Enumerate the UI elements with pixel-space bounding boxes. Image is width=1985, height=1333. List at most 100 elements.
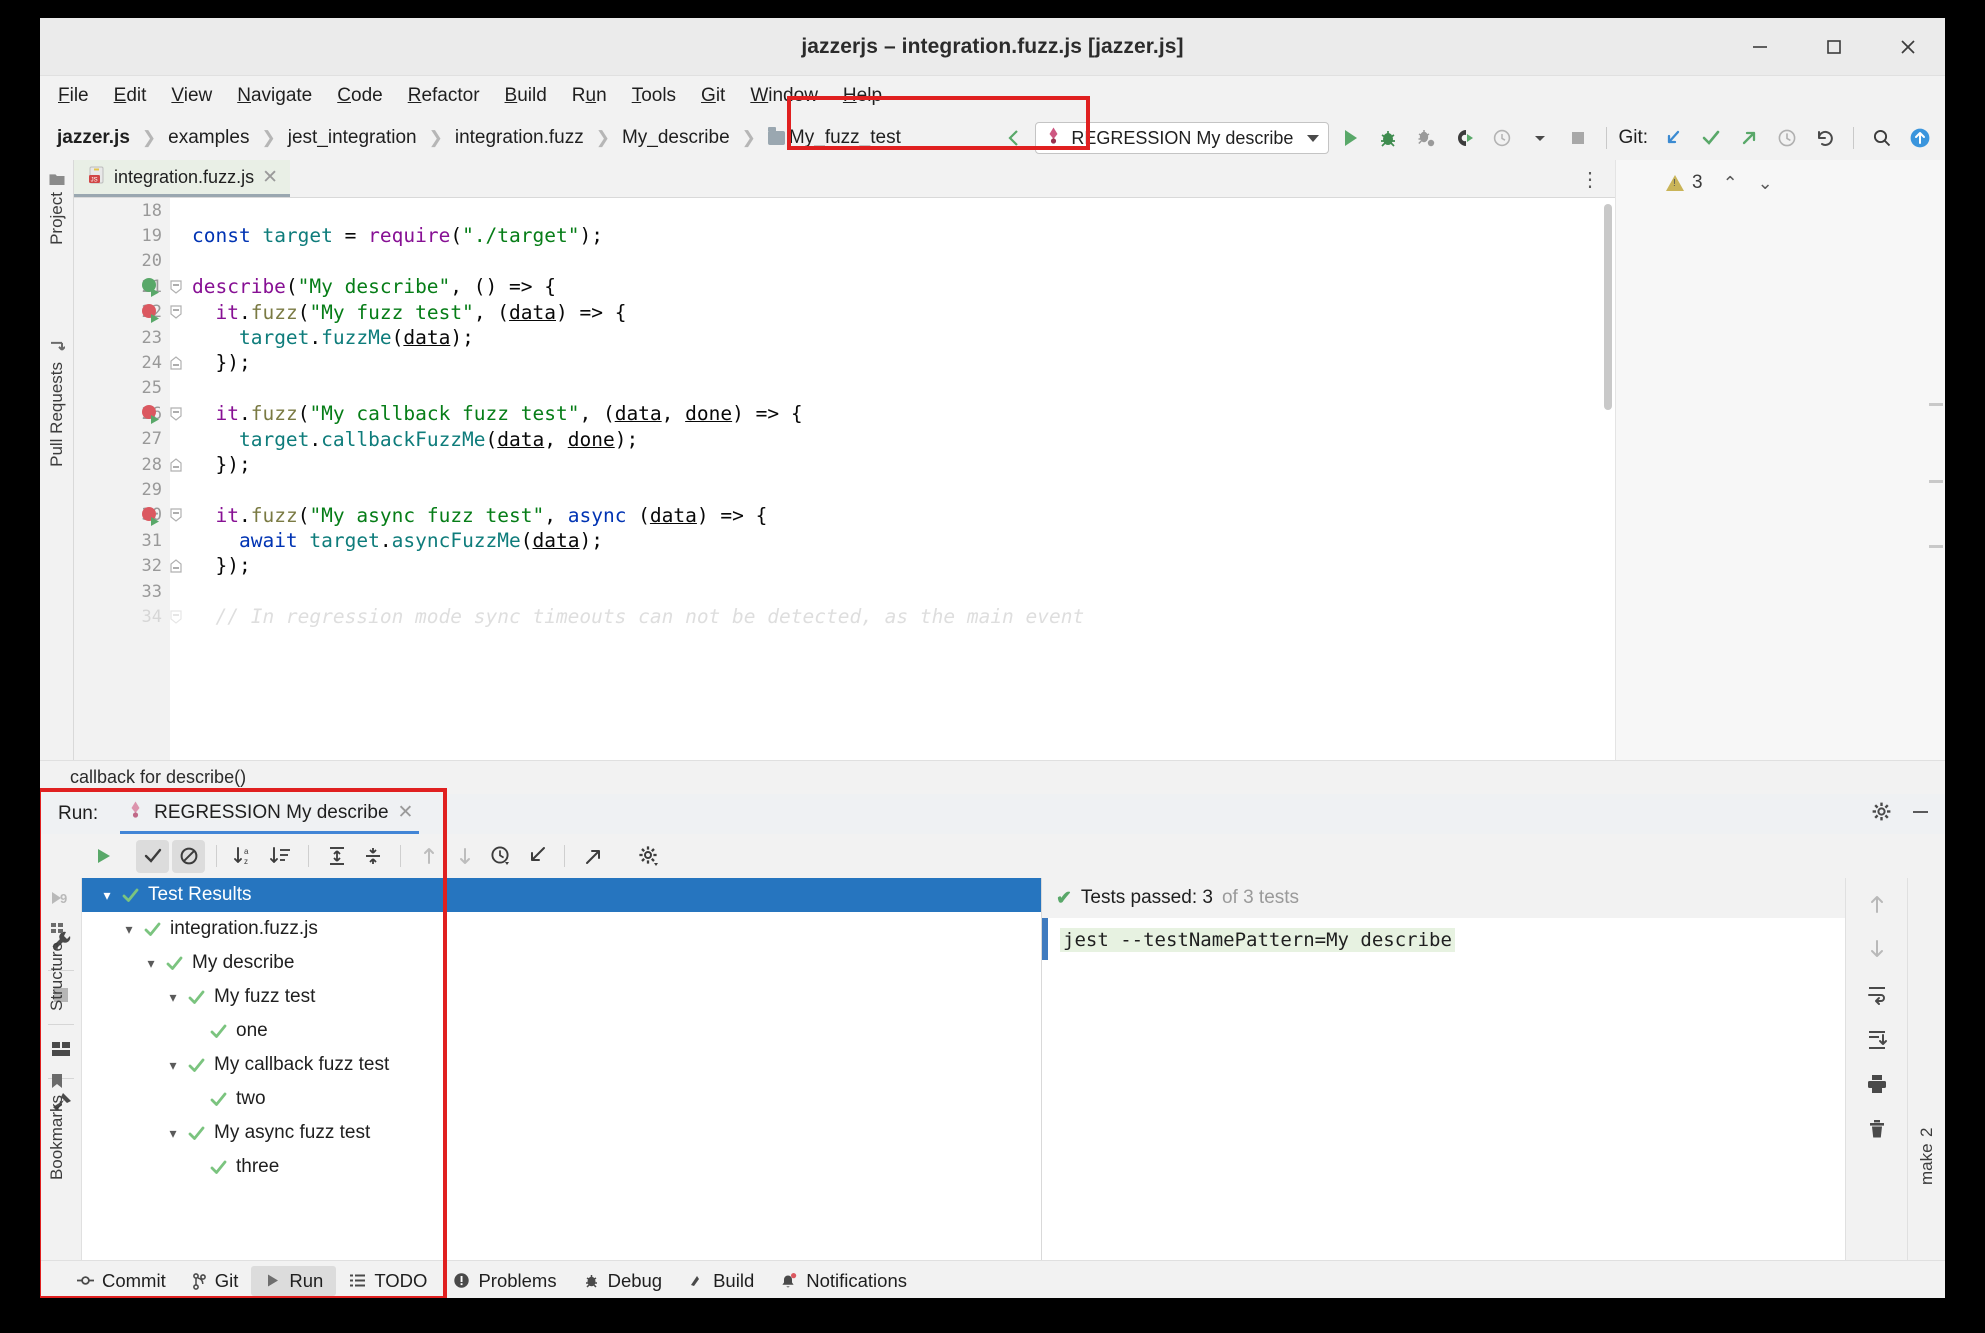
tool-tab-debug[interactable]: Debug (570, 1266, 676, 1296)
gear-icon[interactable] (1871, 801, 1892, 827)
test-tree-node[interactable]: three (82, 1150, 1041, 1184)
menu-item-edit[interactable]: Edit (113, 83, 148, 109)
inspection-widget[interactable]: 3 ⌃ ⌄ (1666, 172, 1773, 194)
sidebar-item-pull-requests[interactable]: Pull Requests (47, 340, 67, 467)
breadcrumb-item-my-fuzz-test[interactable]: My_fuzz_test (767, 127, 901, 149)
breadcrumb-item-my-describe[interactable]: My_describe (622, 127, 730, 149)
test-tree-node[interactable]: ▾ integration.fuzz.js (82, 912, 1041, 946)
menu-item-run[interactable]: Run (571, 83, 608, 109)
menu-item-help[interactable]: Help (842, 83, 883, 109)
tool-tab-notifications[interactable]: Notifications (767, 1266, 920, 1296)
close-icon[interactable]: ✕ (398, 801, 414, 824)
history-icon[interactable] (1770, 121, 1804, 155)
push-icon[interactable] (1732, 121, 1766, 155)
show-ignored-toggle[interactable] (172, 839, 205, 873)
menu-item-git[interactable]: Git (700, 83, 726, 109)
editor-options-icon[interactable]: ⋮ (1580, 160, 1601, 198)
trash-icon[interactable] (1865, 1117, 1889, 1146)
chevron-down-icon[interactable]: ▾ (162, 1125, 184, 1142)
rerun-button[interactable] (86, 840, 119, 873)
updates-icon[interactable] (1903, 121, 1937, 155)
test-tree-node[interactable]: ▾ My async fuzz test (82, 1116, 1041, 1150)
arrow-down-icon[interactable] (1865, 937, 1889, 966)
chevron-down-icon[interactable]: ▾ (118, 921, 140, 938)
breadcrumb-item-examples[interactable]: examples (168, 127, 249, 149)
sidebar-item-project[interactable]: Project (47, 172, 67, 245)
test-tree-node[interactable]: ▾ My fuzz test (82, 980, 1041, 1014)
coverage-icon[interactable] (1409, 121, 1443, 155)
menu-item-file[interactable]: File (57, 83, 90, 109)
stop-icon[interactable] (1561, 121, 1595, 155)
export-tests-button[interactable] (576, 840, 609, 873)
chevron-down-icon[interactable]: ▾ (96, 887, 118, 904)
close-button[interactable] (1871, 18, 1945, 76)
run-test-gutter-icon[interactable] (140, 302, 162, 324)
test-tree-node[interactable]: ▾ My describe (82, 946, 1041, 980)
rollback-icon[interactable] (1808, 121, 1842, 155)
run-gutter-icon[interactable] (140, 276, 162, 298)
import-tests-button[interactable] (520, 840, 553, 873)
test-results-tree[interactable]: ▾ Test Results ▾ integration.fuzz.js ▾ My des… (82, 878, 1042, 1260)
sort-az-button[interactable]: az (228, 840, 261, 873)
test-tree-node[interactable]: two (82, 1082, 1041, 1116)
chevron-up-icon[interactable]: ⌃ (1723, 173, 1738, 194)
run-more-chevron-icon[interactable] (1523, 121, 1557, 155)
menu-item-code[interactable]: Code (336, 83, 383, 109)
tool-tab-build[interactable]: Build (675, 1266, 767, 1296)
tool-tab-problems[interactable]: Problems (440, 1266, 569, 1296)
menu-item-window[interactable]: Window (749, 83, 819, 109)
tool-tab-commit[interactable]: Commit (64, 1266, 179, 1296)
console-output[interactable]: jest --testNamePattern=My describe (1042, 918, 1845, 1260)
sidebar-item-structure[interactable]: Structure (47, 921, 67, 1011)
navbar-collapse-icon[interactable] (997, 121, 1031, 155)
sidebar-item-bookmarks[interactable]: Bookmarks (47, 1073, 67, 1180)
show-passed-toggle[interactable] (136, 839, 169, 873)
profiler-icon[interactable] (1447, 121, 1481, 155)
chevron-down-icon[interactable] (1307, 134, 1320, 142)
scroll-end-icon[interactable] (1865, 1027, 1889, 1056)
menu-item-refactor[interactable]: Refactor (407, 83, 481, 109)
debug-icon[interactable] (1371, 121, 1405, 155)
profile-dropdown-icon[interactable] (1485, 121, 1519, 155)
minimize-button[interactable] (1723, 18, 1797, 76)
editor-tab-integration-fuzz-js[interactable]: JS integration.fuzz.js ✕ (74, 160, 290, 197)
search-icon[interactable] (1865, 121, 1899, 155)
line-number-gutter[interactable]: 18 19 2021222324 2526 272829 303132 3334 (74, 198, 182, 760)
run-session-tab[interactable]: REGRESSION My describe ✕ (120, 794, 420, 834)
code-editor[interactable]: 18 19 2021222324 2526 272829 303132 3334 const… (74, 198, 1615, 760)
run-test-gutter-icon[interactable] (140, 505, 162, 527)
update-project-icon[interactable] (1656, 121, 1690, 155)
test-tree-node[interactable]: ▾ Test Results (82, 878, 1041, 912)
next-failed-button[interactable] (448, 840, 481, 873)
prev-failed-button[interactable] (412, 840, 445, 873)
tool-tab-todo[interactable]: TODO (336, 1266, 440, 1296)
breadcrumb-item-jazzer-js[interactable]: jazzer.js (57, 127, 130, 149)
test-settings-button[interactable] (632, 840, 665, 873)
tool-tab-git[interactable]: Git (179, 1266, 252, 1296)
expand-all-button[interactable] (320, 840, 353, 873)
collapse-all-button[interactable] (356, 840, 389, 873)
breadcrumb-item-integration-fuzz[interactable]: integration.fuzz (455, 127, 584, 149)
editor-vertical-scrollbar[interactable] (1601, 198, 1615, 760)
source-code[interactable]: const target = require("./target"); desc… (170, 198, 1615, 760)
run-test-gutter-icon[interactable] (140, 403, 162, 425)
minimize-icon[interactable] (1910, 801, 1931, 827)
menu-item-navigate[interactable]: Navigate (236, 83, 313, 109)
maximize-button[interactable] (1797, 18, 1871, 76)
commit-icon[interactable] (1694, 121, 1728, 155)
test-tree-node[interactable]: ▾ My callback fuzz test (82, 1048, 1041, 1082)
menu-item-view[interactable]: View (170, 83, 213, 109)
chevron-down-icon[interactable]: ▾ (140, 955, 162, 972)
test-tree-node[interactable]: one (82, 1014, 1041, 1048)
chevron-down-icon[interactable]: ▾ (162, 1057, 184, 1074)
soft-wrap-icon[interactable] (1865, 982, 1889, 1011)
test-history-button[interactable] (484, 840, 517, 873)
breadcrumb-item-jest-integration[interactable]: jest_integration (288, 127, 417, 149)
close-icon[interactable]: ✕ (262, 166, 278, 189)
arrow-up-icon[interactable] (1865, 892, 1889, 921)
chevron-down-icon[interactable]: ⌄ (1758, 173, 1773, 194)
chevron-down-icon[interactable]: ▾ (162, 989, 184, 1006)
tool-tab-run[interactable]: Run (251, 1265, 337, 1296)
sort-duration-button[interactable] (264, 840, 297, 873)
menu-item-build[interactable]: Build (504, 83, 548, 109)
